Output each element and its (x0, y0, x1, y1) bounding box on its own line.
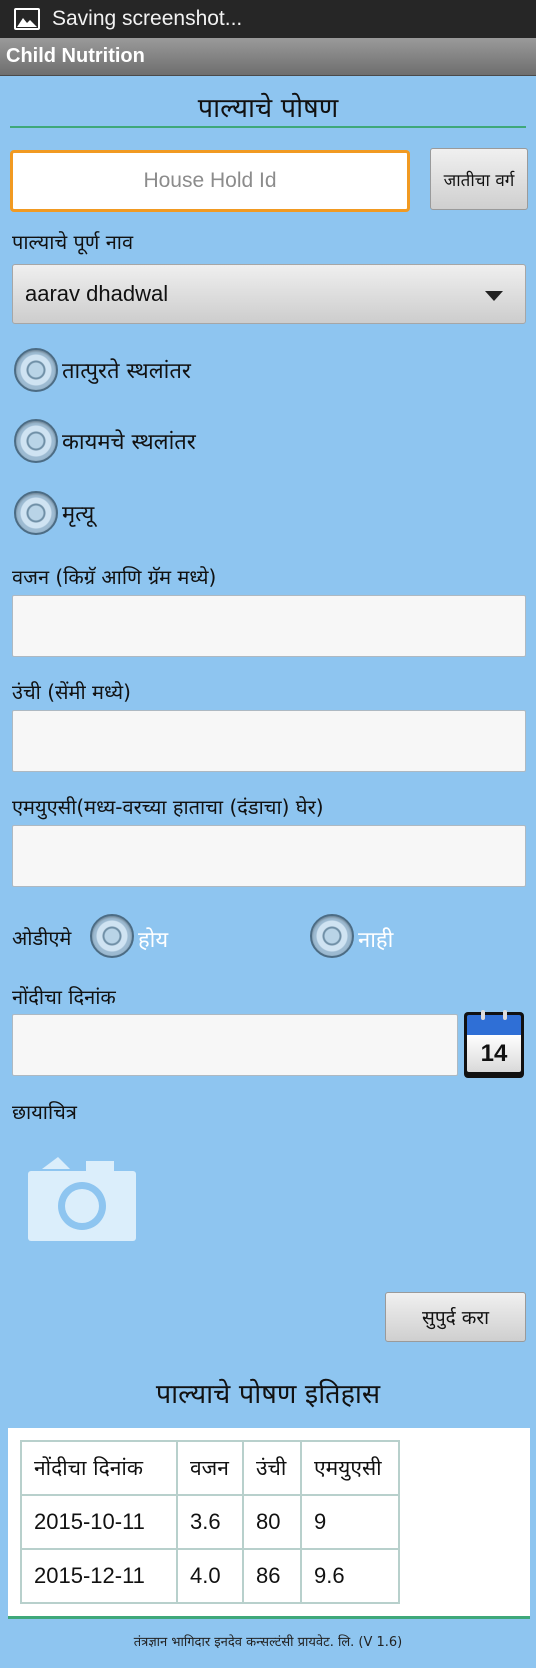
table-header-row: नोंदीचा दिनांक वजन उंची एमयुएसी (20, 1440, 400, 1496)
cell-weight: 3.6 (176, 1494, 244, 1550)
household-id-input[interactable] (10, 150, 410, 212)
app-title: Child Nutrition (6, 45, 145, 67)
child-name-label: पाल्याचे पूर्ण नाव (12, 230, 134, 254)
camera-icon[interactable] (28, 1155, 138, 1247)
calendar-day: 14 (467, 1035, 521, 1072)
cell-date: 2015-10-11 (20, 1494, 178, 1550)
history-panel: नोंदीचा दिनांक वजन उंची एमयुएसी 2015-10-… (8, 1428, 530, 1616)
child-name-select[interactable]: aarav dhadwal (12, 264, 526, 324)
record-date-label: नोंदीचा दिनांक (12, 985, 116, 1009)
table-row: 2015-10-11 3.6 80 9 (20, 1494, 400, 1550)
weight-label: वजन (किग्रॅ आणि ग्रॅम मध्ये) (12, 565, 217, 589)
calendar-icon[interactable]: 14 (464, 1010, 524, 1078)
cell-height: 80 (242, 1494, 302, 1550)
history-title: पाल्याचे पोषण इतिहास (155, 1379, 381, 1410)
odema-label: ओडीएमे (12, 926, 72, 950)
status-option-label: तात्पुरते स्थलांतर (62, 359, 191, 384)
cell-height: 86 (242, 1548, 302, 1604)
status-option-permanent-migration[interactable]: कायमचे स्थलांतर (14, 419, 196, 463)
odema-yes-radio[interactable] (90, 914, 134, 958)
radio-button[interactable] (14, 491, 58, 535)
radio-button[interactable] (14, 348, 58, 392)
dropdown-arrow-icon (485, 291, 503, 301)
column-header-muac: एमयुएसी (300, 1440, 400, 1496)
muac-input[interactable] (12, 825, 526, 887)
odema-no-radio[interactable] (310, 914, 354, 958)
column-header-date: नोंदीचा दिनांक (20, 1440, 178, 1496)
status-option-label: कायमचे स्थलांतर (62, 430, 196, 455)
muac-label: एमयुएसी(मध्य-वरच्या हाताचा (दंडाचा) घेर) (12, 795, 324, 819)
status-bar: Saving screenshot... (0, 0, 536, 38)
page-title: पाल्याचे पोषण (197, 93, 339, 124)
odema-row: ओडीएमे होय नाही (12, 912, 526, 960)
cell-date: 2015-12-11 (20, 1548, 178, 1604)
cell-weight: 4.0 (176, 1548, 244, 1604)
cell-muac: 9 (300, 1494, 400, 1550)
footer-text: तंत्रज्ञान भागिदार इनदेव कन्सल्टंसी प्रा… (133, 1635, 403, 1650)
image-icon (14, 8, 40, 30)
height-label: उंची (सेंमी मध्ये) (12, 680, 131, 704)
status-option-death[interactable]: मृत्यू (14, 491, 94, 535)
odema-yes-label: होय (138, 928, 169, 953)
cell-muac: 9.6 (300, 1548, 400, 1604)
footer-divider (8, 1616, 530, 1619)
calendar-header (467, 1010, 521, 1035)
title-divider (10, 126, 526, 128)
column-header-weight: वजन (176, 1440, 244, 1496)
height-input[interactable] (12, 710, 526, 772)
status-text: Saving screenshot... (52, 7, 243, 30)
photo-label: छायाचित्र (12, 1100, 77, 1124)
record-date-input[interactable] (12, 1014, 458, 1076)
history-table: नोंदीचा दिनांक वजन उंची एमयुएसी 2015-10-… (20, 1440, 400, 1604)
app-bar: Child Nutrition (0, 38, 536, 76)
status-option-temporary-migration[interactable]: तात्पुरते स्थलांतर (14, 348, 191, 392)
weight-input[interactable] (12, 595, 526, 657)
submit-button[interactable]: सुपुर्द करा (385, 1292, 526, 1342)
child-name-selected: aarav dhadwal (25, 281, 169, 306)
status-option-label: मृत्यू (62, 502, 95, 527)
radio-button[interactable] (14, 419, 58, 463)
odema-no-label: नाही (358, 928, 394, 953)
column-header-height: उंची (242, 1440, 302, 1496)
table-row: 2015-12-11 4.0 86 9.6 (20, 1548, 400, 1604)
caste-category-button[interactable]: जातीचा वर्ग (430, 148, 528, 210)
